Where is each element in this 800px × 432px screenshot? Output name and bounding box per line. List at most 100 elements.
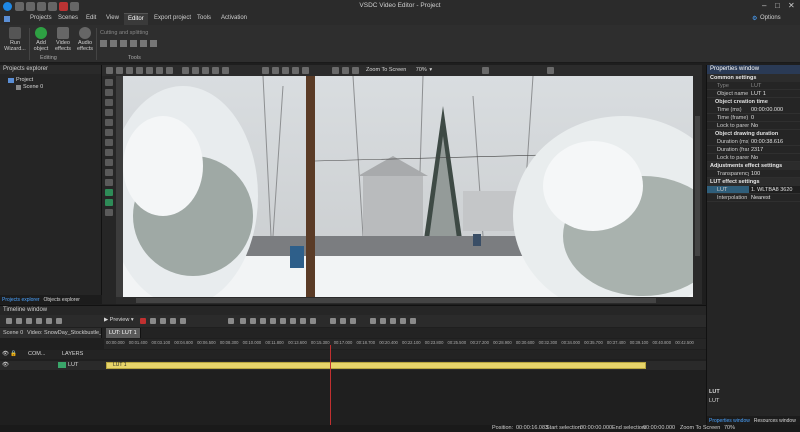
menu-activation[interactable]: Activation (221, 15, 247, 21)
adjustments-effect-section[interactable]: Adjustments effect settings (707, 162, 800, 170)
rotate-tool-icon[interactable] (156, 67, 163, 74)
pointer-icon[interactable] (106, 67, 113, 74)
record-icon[interactable] (140, 318, 146, 324)
cursor-tool-icon[interactable] (105, 79, 113, 86)
chart-tool-icon[interactable] (105, 169, 113, 176)
line-tool-icon[interactable] (105, 129, 113, 136)
step-forward-icon[interactable] (290, 318, 296, 324)
sprite-tool-icon[interactable] (105, 179, 113, 186)
playhead[interactable] (330, 345, 331, 425)
redo-icon[interactable] (166, 67, 173, 74)
run-wizard-button[interactable]: Run Wizard... (4, 27, 26, 52)
preview-dropdown[interactable]: ▶ Preview ▾ (104, 317, 134, 323)
add-object-button[interactable]: Add object (31, 27, 51, 52)
center-icon[interactable] (302, 67, 309, 74)
marker-icon[interactable] (330, 318, 336, 324)
pause-icon[interactable] (270, 318, 276, 324)
prop-duration-ms[interactable]: Duration (ms) 00:00:38.616 (707, 138, 800, 146)
menu-projects[interactable]: Projects (30, 15, 52, 21)
undo-tl-icon[interactable] (400, 318, 406, 324)
settings-gear-icon[interactable]: ⚙ (752, 15, 757, 22)
crop-icon[interactable] (110, 40, 117, 47)
prop-transparency[interactable]: Transparency (%)100 (707, 170, 800, 178)
effect-tool-icon[interactable] (105, 189, 113, 196)
step-back-icon[interactable] (250, 318, 256, 324)
prop-lut[interactable]: LUT 1. WLTBA8 3620 (707, 186, 800, 194)
fill-icon[interactable] (292, 67, 299, 74)
tab-objects-explorer[interactable]: Objects explorer (42, 297, 82, 303)
tab-lut-1[interactable]: LUT: LUT 1 (106, 328, 141, 338)
video-canvas[interactable] (116, 76, 702, 304)
speed-icon[interactable] (140, 40, 147, 47)
play-forward-icon[interactable] (280, 318, 286, 324)
layout4-icon[interactable] (212, 67, 219, 74)
more-tools-icon[interactable] (150, 40, 157, 47)
cut-icon[interactable] (100, 40, 107, 47)
app-menu-icon[interactable] (4, 16, 10, 22)
hscroll-thumb[interactable] (136, 298, 656, 303)
menu-scenes[interactable]: Scenes (58, 15, 78, 21)
end-icon[interactable] (310, 318, 316, 324)
zoom-select[interactable]: Zoom To Screen 70% ▾ (366, 67, 432, 73)
add-track-icon[interactable] (6, 318, 12, 324)
common-settings-section[interactable]: Common settings (707, 74, 800, 82)
close-icon[interactable]: ✕ (788, 1, 795, 10)
video-effects-button[interactable]: Video effects (53, 27, 73, 52)
refresh-icon[interactable] (547, 67, 554, 74)
canvas-vertical-scrollbar[interactable] (693, 76, 702, 304)
tab-resources-window[interactable]: Resources window (752, 418, 798, 424)
loop-icon[interactable] (180, 318, 186, 324)
prop-lock-parent-2[interactable]: Lock to parent No (707, 154, 800, 162)
text-tool-icon[interactable] (105, 89, 113, 96)
object-drawing-duration-section[interactable]: Object drawing duration (707, 130, 800, 138)
ellipse-tool-icon[interactable] (105, 119, 113, 126)
position-icon[interactable] (262, 67, 269, 74)
tab-properties-window[interactable]: Properties window (707, 418, 752, 424)
zoom-out-icon[interactable] (350, 318, 356, 324)
lock-layer-icon[interactable]: 🔒 (10, 351, 17, 357)
menu-export-project[interactable]: Export project (154, 15, 191, 21)
stop-icon[interactable] (150, 318, 156, 324)
play-back-icon[interactable] (260, 318, 266, 324)
move-tool-icon[interactable] (105, 209, 113, 216)
menu-edit[interactable]: Edit (86, 15, 96, 21)
prop-time-ms[interactable]: Time (ms) 00:00:00.000 (707, 106, 800, 114)
lut-clip[interactable]: LUT 1 (106, 362, 646, 369)
timeline-ruler[interactable]: 00:00.000 00:01.400 00:03.100 00:04.800 00:0… (104, 339, 706, 349)
layout3-icon[interactable] (202, 67, 209, 74)
rewind-icon[interactable] (240, 318, 246, 324)
tree-scene[interactable]: Scene 0 (8, 84, 101, 90)
prop-interpolation[interactable]: Interpolation Nearest (707, 194, 800, 202)
fit-icon[interactable] (282, 67, 289, 74)
layout2-icon[interactable] (192, 67, 199, 74)
align-left-icon[interactable] (136, 67, 143, 74)
eye-icon[interactable]: 👁 (2, 362, 9, 368)
split-tl-icon[interactable] (390, 318, 396, 324)
lock-icon[interactable] (26, 318, 32, 324)
maximize-icon[interactable]: □ (775, 1, 780, 10)
zoom-in-icon[interactable] (340, 318, 346, 324)
shape-tool-icon[interactable] (105, 99, 113, 106)
audio-effects-button[interactable]: Audio effects (75, 27, 95, 52)
object-creation-time-section[interactable]: Object creation time (707, 98, 800, 106)
eye-icon[interactable]: 👁 (2, 351, 9, 357)
size-icon[interactable] (272, 67, 279, 74)
split-icon[interactable] (130, 40, 137, 47)
align-center-icon[interactable] (146, 67, 153, 74)
redo-tl-icon[interactable] (410, 318, 416, 324)
tab-projects-explorer[interactable]: Projects explorer (0, 297, 42, 303)
menu-tools[interactable]: Tools (197, 15, 211, 21)
send-back-icon[interactable] (342, 67, 349, 74)
next-frame-icon[interactable] (170, 318, 176, 324)
prev-frame-icon[interactable] (160, 318, 166, 324)
cut-tl-icon[interactable] (380, 318, 386, 324)
snap-tl-icon[interactable] (370, 318, 376, 324)
minimize-icon[interactable]: – (762, 1, 766, 10)
image-tool-icon[interactable] (105, 139, 113, 146)
lut-effect-section[interactable]: LUT effect settings (707, 178, 800, 186)
menu-editor[interactable]: Editor (124, 13, 148, 25)
rect-tool-icon[interactable] (105, 109, 113, 116)
layout5-icon[interactable] (222, 67, 229, 74)
menu-view[interactable]: View (106, 15, 119, 21)
visibility-icon[interactable] (36, 318, 42, 324)
